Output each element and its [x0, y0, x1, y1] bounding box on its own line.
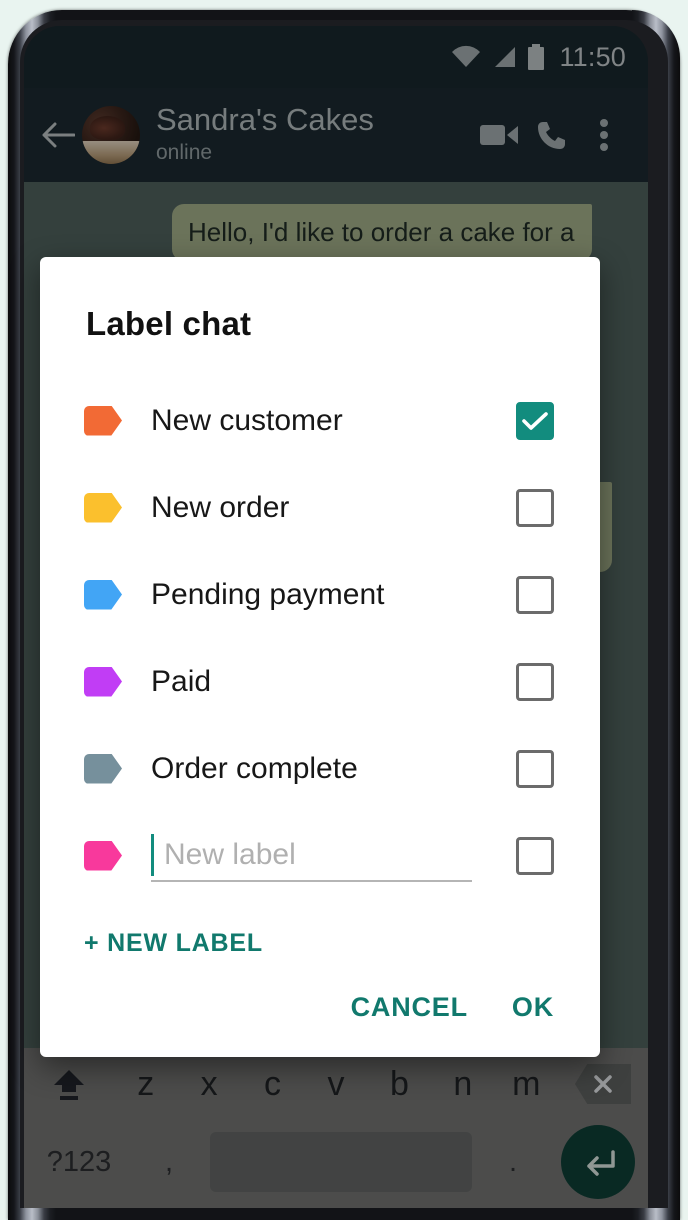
text-cursor	[151, 833, 154, 876]
label-row-paid[interactable]: Paid	[40, 638, 600, 725]
add-new-label-button[interactable]: + NEW LABEL	[40, 899, 600, 958]
dialog-title: Label chat	[86, 305, 252, 342]
check-icon	[522, 411, 548, 430]
label-row-new-order[interactable]: New order	[40, 464, 600, 551]
label-name: New customer	[151, 403, 343, 437]
label-row-new-customer[interactable]: New customer	[40, 377, 600, 464]
tag-icon	[84, 753, 122, 784]
label-checkbox[interactable]	[516, 836, 554, 875]
cancel-button[interactable]: CANCEL	[351, 992, 468, 1023]
tag-icon	[84, 666, 122, 697]
label-name: Paid	[151, 664, 212, 698]
tag-icon	[84, 492, 122, 523]
label-checkbox[interactable]	[516, 749, 554, 788]
label-row-pending-payment[interactable]: Pending payment	[40, 551, 600, 638]
ok-button[interactable]: OK	[512, 992, 554, 1023]
label-name: Pending payment	[151, 577, 385, 611]
label-checkbox[interactable]	[516, 662, 554, 701]
label-checkbox[interactable]	[516, 575, 554, 614]
new-label-placeholder: New label	[164, 837, 296, 871]
new-label-input[interactable]: New label	[151, 830, 472, 882]
label-list: New customer New order Pending payment P…	[40, 343, 600, 899]
tag-icon	[84, 579, 122, 610]
label-checkbox[interactable]	[516, 488, 554, 527]
label-name: New order	[151, 490, 290, 524]
page-background: 11:50 Sandra's Cakes online Hello, I'd l…	[0, 0, 688, 1220]
label-name: Order complete	[151, 751, 358, 785]
tag-icon	[84, 405, 122, 436]
label-row-order-complete[interactable]: Order complete	[40, 725, 600, 812]
label-chat-dialog: Label chat New customer New order Pendin…	[40, 257, 600, 1057]
label-row-new-label-input[interactable]: New label	[40, 812, 600, 899]
dialog-footer: CANCEL OK	[40, 958, 600, 1057]
label-checkbox[interactable]	[516, 401, 554, 440]
tag-icon	[84, 840, 122, 871]
